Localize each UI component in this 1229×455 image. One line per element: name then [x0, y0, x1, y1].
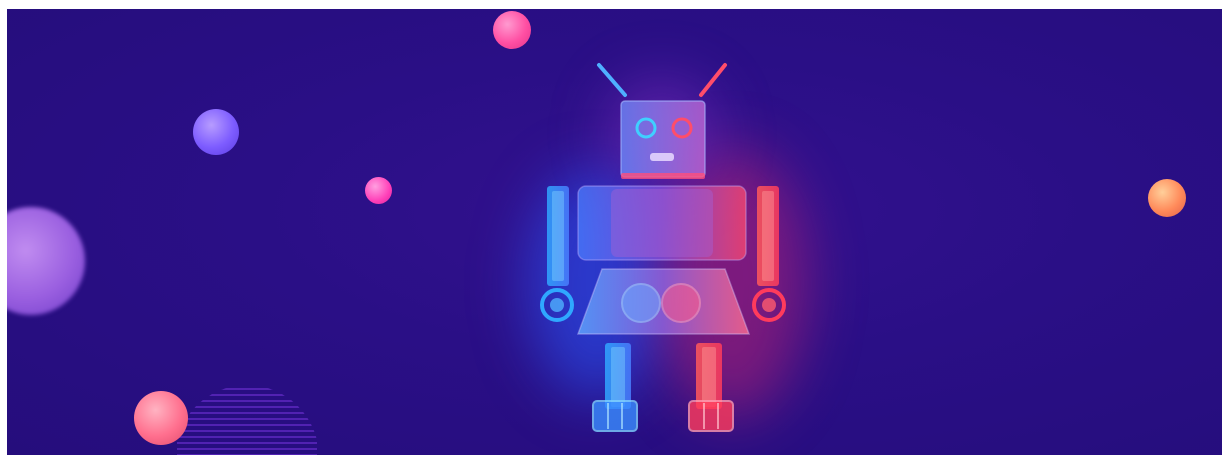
hero-banner: [7, 9, 1222, 455]
robot-illustration: [540, 63, 786, 432]
